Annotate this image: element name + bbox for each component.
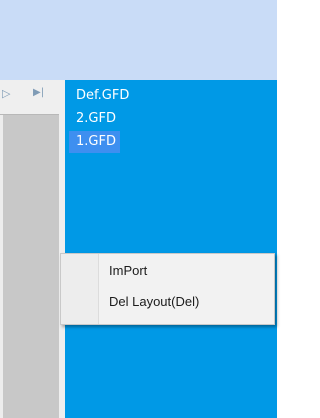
layout-list-item[interactable]: 2.GFD [69, 107, 133, 130]
menu-item-del-layout[interactable]: Del Layout(Del) [109, 291, 199, 313]
left-pane-inner-border [0, 115, 3, 418]
title-bar [0, 0, 277, 80]
layout-list-item-selected[interactable]: 1.GFD [69, 130, 133, 153]
menu-item-import[interactable]: ImPort [109, 260, 147, 282]
layout-list: Def.GFD 2.GFD 1.GFD [69, 84, 133, 153]
nav-next-icon[interactable]: ▷ [2, 87, 10, 100]
left-pane-header: ▷ ▶| [0, 80, 59, 115]
layout-item-label[interactable]: 2.GFD [69, 111, 120, 126]
nav-last-icon[interactable]: ▶| [33, 87, 44, 98]
layout-item-label[interactable]: 1.GFD [69, 131, 120, 153]
menu-icon-gutter [61, 254, 99, 324]
left-pane: ▷ ▶| [0, 80, 59, 418]
layout-list-pane: Def.GFD 2.GFD 1.GFD [65, 80, 277, 418]
layout-list-item[interactable]: Def.GFD [69, 84, 133, 107]
layout-item-label[interactable]: Def.GFD [69, 88, 133, 103]
context-menu: ImPort Del Layout(Del) [60, 253, 275, 325]
